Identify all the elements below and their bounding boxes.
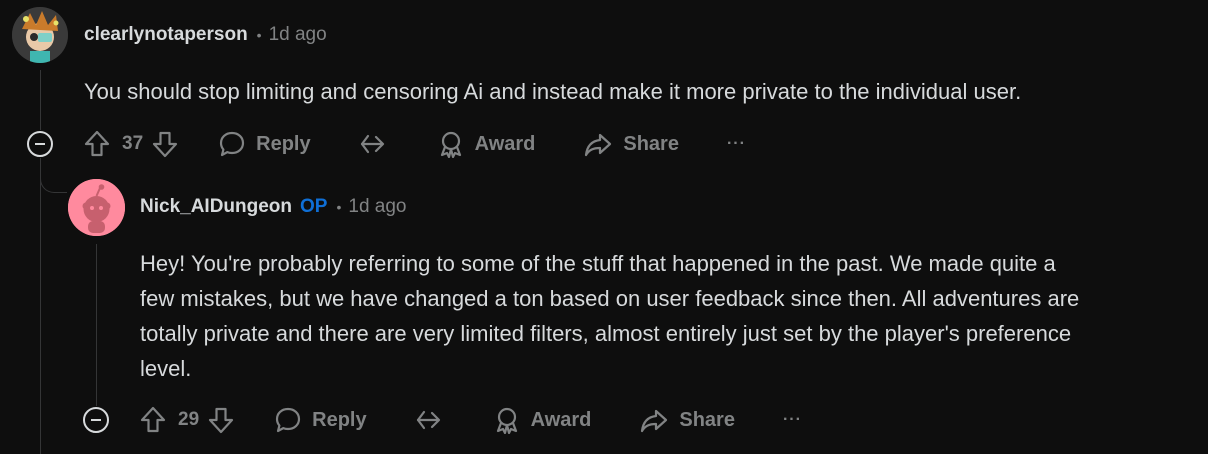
speech-bubble-icon: [276, 407, 301, 433]
comment-line: few mistakes, but we have changed a ton …: [140, 286, 1080, 311]
comment-meta: Nick_AIDungeon OP • 1d ago: [140, 196, 407, 218]
reply-button[interactable]: Reply: [274, 406, 367, 434]
collapse-button[interactable]: [27, 131, 53, 157]
thread-line-1[interactable]: [40, 70, 41, 130]
comment-actions: 37 Reply Award Share ···: [84, 124, 746, 164]
ellipsis-icon: ···: [726, 135, 746, 152]
thread-line-2[interactable]: [96, 244, 97, 406]
award-button[interactable]: Award: [493, 406, 592, 434]
downvote-button[interactable]: [152, 130, 178, 158]
comment-meta: clearlynotaperson • 1d ago: [84, 24, 327, 46]
ellipsis-icon: ···: [782, 411, 802, 428]
meta-separator: •: [336, 199, 342, 215]
upvote-button[interactable]: [84, 130, 110, 158]
award-button[interactable]: Award: [437, 130, 536, 158]
comment-actions: 29 Reply Award Share ···: [140, 400, 802, 440]
award-ribbon-icon: [496, 407, 517, 434]
vote-score: 37: [122, 133, 144, 154]
upvote-button[interactable]: [140, 406, 166, 434]
share-arrow-icon: [641, 409, 668, 433]
user-avatar-icon: [12, 7, 68, 63]
reply-label: Reply: [312, 408, 367, 431]
comment-line: Hey! You're probably referring to some o…: [140, 251, 1056, 276]
comment-body: You should stop limiting and censoring A…: [84, 74, 1021, 109]
collapse-button[interactable]: [83, 407, 109, 433]
crosspost-arrow-icon: [360, 134, 384, 154]
comment-line: totally private and there are very limit…: [140, 321, 1072, 346]
thread-branch-curve: [40, 158, 67, 193]
username[interactable]: clearlynotaperson: [84, 24, 248, 46]
downvote-button[interactable]: [208, 406, 234, 434]
arrow-down-icon: [209, 407, 234, 434]
share-label: Share: [623, 132, 679, 155]
award-ribbon-icon: [440, 131, 461, 158]
comment-body: Hey! You're probably referring to some o…: [140, 246, 1079, 386]
op-badge: OP: [300, 196, 328, 217]
timestamp[interactable]: 1d ago: [269, 24, 327, 46]
reply-label: Reply: [256, 132, 311, 155]
share-label: Share: [679, 408, 735, 431]
snoo-avatar-icon: [68, 179, 125, 236]
arrow-up-icon: [140, 406, 166, 433]
comment-line: level.: [140, 356, 192, 381]
vote-score: 29: [178, 409, 200, 430]
award-label: Award: [474, 132, 536, 155]
meta-separator: •: [256, 27, 262, 43]
avatar[interactable]: [12, 7, 68, 63]
thread-line-1-lower[interactable]: [40, 158, 41, 454]
avatar[interactable]: [68, 179, 125, 236]
username[interactable]: Nick_AIDungeon: [140, 196, 292, 218]
crosspost-arrow-icon: [416, 410, 440, 430]
crosspost-button[interactable]: [415, 406, 445, 434]
share-button[interactable]: Share: [639, 406, 735, 434]
crosspost-button[interactable]: [359, 130, 389, 158]
comment-line: You should stop limiting and censoring A…: [84, 79, 1022, 104]
timestamp[interactable]: 1d ago: [348, 196, 406, 218]
comment-thread: clearlynotaperson • 1d ago You should st…: [0, 0, 1208, 454]
more-options-button[interactable]: ···: [727, 135, 746, 153]
arrow-down-icon: [153, 131, 178, 158]
reply-button[interactable]: Reply: [218, 130, 311, 158]
share-button[interactable]: Share: [583, 130, 679, 158]
more-options-button[interactable]: ···: [783, 411, 802, 429]
speech-bubble-icon: [220, 131, 245, 157]
share-arrow-icon: [585, 133, 612, 157]
arrow-up-icon: [84, 130, 110, 157]
award-label: Award: [530, 408, 592, 431]
